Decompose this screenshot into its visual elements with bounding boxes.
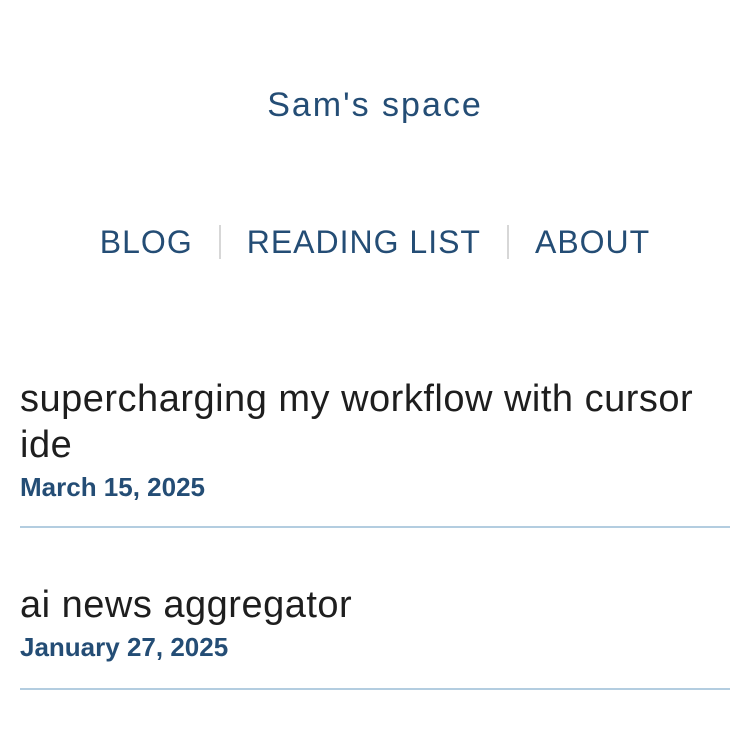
main-nav: BLOG READING LIST ABOUT — [0, 222, 750, 262]
post-title-link[interactable]: ai news aggregator — [20, 582, 730, 628]
post-date: January 27, 2025 — [20, 632, 229, 662]
nav-separator — [218, 225, 221, 259]
nav-item-about[interactable]: ABOUT — [535, 222, 650, 262]
post-list-item: ai news aggregator January 27, 2025 — [20, 582, 730, 690]
post-list-item: supercharging my workflow with cursor id… — [20, 376, 730, 528]
nav-item-blog[interactable]: BLOG — [100, 222, 193, 262]
post-date: March 15, 2025 — [20, 472, 206, 502]
nav-separator — [506, 225, 509, 259]
post-title-link[interactable]: supercharging my workflow with cursor id… — [20, 376, 730, 468]
nav-item-reading-list[interactable]: READING LIST — [247, 222, 481, 262]
site-title-link[interactable]: Sam's space — [0, 85, 750, 125]
